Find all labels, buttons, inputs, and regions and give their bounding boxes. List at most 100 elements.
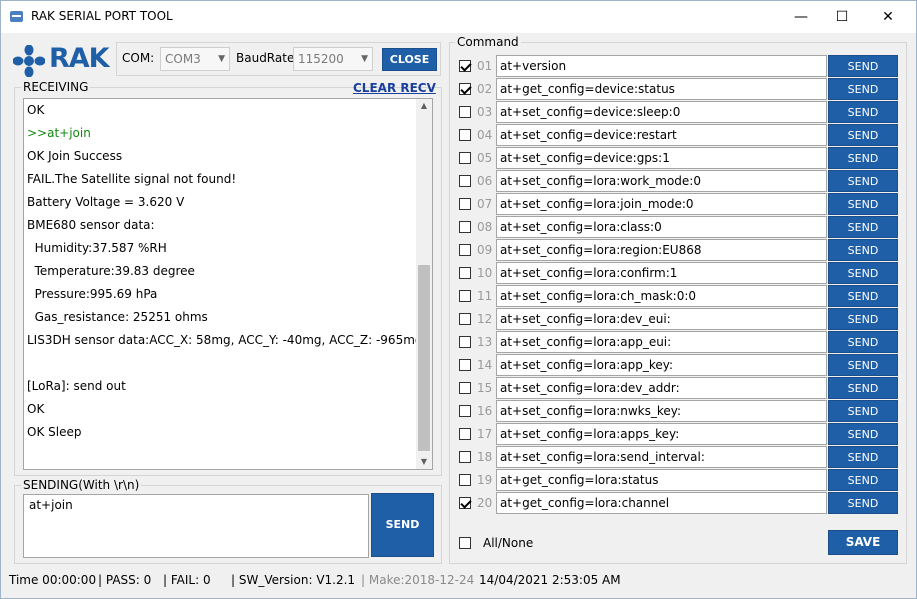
command-input[interactable]: at+set_config=device:sleep:0 (496, 101, 827, 123)
command-input[interactable]: at+set_config=lora:send_interval: (496, 446, 827, 468)
command-send-button[interactable]: SEND (828, 308, 898, 330)
command-checkbox[interactable] (459, 290, 471, 302)
command-send-button[interactable]: SEND (828, 377, 898, 399)
all-none-checkbox[interactable] (459, 537, 471, 549)
minimize-icon[interactable]: — (778, 1, 824, 33)
command-input[interactable]: at+set_config=lora:apps_key: (496, 423, 827, 445)
command-checkbox[interactable] (459, 152, 471, 164)
command-input[interactable]: at+set_config=lora:confirm:1 (496, 262, 827, 284)
command-send-button[interactable]: SEND (828, 469, 898, 491)
command-send-button[interactable]: SEND (828, 239, 898, 261)
command-input[interactable]: at+set_config=lora:class:0 (496, 216, 827, 238)
command-input[interactable]: at+set_config=lora:dev_eui: (496, 308, 827, 330)
command-row: 05 at+set_config=device:gps:1 SEND (457, 147, 898, 170)
status-version: | SW_Version: V1.2.1 (231, 573, 356, 587)
command-checkbox[interactable] (459, 267, 471, 279)
scroll-down-icon[interactable]: ▼ (416, 455, 432, 469)
command-number: 02 (477, 82, 493, 96)
command-row: 15 at+set_config=lora:dev_addr: SEND (457, 377, 898, 400)
command-checkbox[interactable] (459, 106, 471, 118)
command-input[interactable]: at+get_config=device:status (496, 78, 827, 100)
command-row: 10 at+set_config=lora:confirm:1 SEND (457, 262, 898, 285)
command-number: 01 (477, 59, 493, 73)
recv-scrollbar[interactable]: ▲ ▼ (416, 99, 432, 469)
command-label: Command (455, 35, 521, 49)
command-checkbox[interactable] (459, 313, 471, 325)
command-input[interactable]: at+set_config=lora:nwks_key: (496, 400, 827, 422)
command-number: 05 (477, 151, 493, 165)
command-number: 08 (477, 220, 493, 234)
receive-line: BME680 sensor data: (27, 218, 155, 232)
scroll-up-icon[interactable]: ▲ (416, 99, 432, 113)
close-port-button[interactable]: CLOSE (382, 48, 437, 71)
status-fail: | FAIL: 0 (163, 573, 211, 587)
command-input[interactable]: at+set_config=device:gps:1 (496, 147, 827, 169)
command-checkbox[interactable] (459, 244, 471, 256)
command-row: 18 at+set_config=lora:send_interval: SEND (457, 446, 898, 469)
command-checkbox[interactable] (459, 497, 471, 509)
command-checkbox[interactable] (459, 60, 471, 72)
command-send-button[interactable]: SEND (828, 55, 898, 77)
command-send-button[interactable]: SEND (828, 170, 898, 192)
command-input[interactable]: at+set_config=device:restart (496, 124, 827, 146)
save-button[interactable]: SAVE (828, 530, 898, 555)
command-input[interactable]: at+set_config=lora:app_eui: (496, 331, 827, 353)
command-checkbox[interactable] (459, 405, 471, 417)
command-checkbox[interactable] (459, 451, 471, 463)
receive-log[interactable]: OK >>at+join OK Join Success FAIL.The Satel… (23, 98, 433, 470)
command-checkbox[interactable] (459, 474, 471, 486)
command-send-button[interactable]: SEND (828, 193, 898, 215)
command-input[interactable]: at+set_config=lora:dev_addr: (496, 377, 827, 399)
command-checkbox[interactable] (459, 336, 471, 348)
send-input[interactable]: at+join (23, 494, 369, 558)
command-input[interactable]: at+set_config=lora:region:EU868 (496, 239, 827, 261)
command-send-button[interactable]: SEND (828, 262, 898, 284)
app-icon (10, 11, 23, 22)
command-checkbox[interactable] (459, 83, 471, 95)
command-row: 01 at+version SEND (457, 55, 898, 78)
command-input[interactable]: at+get_config=lora:status (496, 469, 827, 491)
command-input[interactable]: at+set_config=lora:work_mode:0 (496, 170, 827, 192)
command-input[interactable]: at+set_config=lora:app_key: (496, 354, 827, 376)
command-send-button[interactable]: SEND (828, 285, 898, 307)
command-send-button[interactable]: SEND (828, 446, 898, 468)
status-make: | Make:2018-12-24 (361, 573, 475, 587)
command-row: 08 at+set_config=lora:class:0 SEND (457, 216, 898, 239)
command-send-button[interactable]: SEND (828, 101, 898, 123)
command-send-button[interactable]: SEND (828, 354, 898, 376)
maximize-icon[interactable]: ☐ (819, 1, 865, 33)
command-checkbox[interactable] (459, 359, 471, 371)
close-icon[interactable]: ✕ (865, 1, 911, 33)
command-send-button[interactable]: SEND (828, 423, 898, 445)
clear-recv-link[interactable]: CLEAR RECV (353, 81, 436, 95)
command-send-button[interactable]: SEND (828, 78, 898, 100)
title-bar: RAK SERIAL PORT TOOL — ☐ ✕ (1, 1, 916, 33)
command-send-button[interactable]: SEND (828, 147, 898, 169)
command-input[interactable]: at+set_config=lora:join_mode:0 (496, 193, 827, 215)
scroll-thumb[interactable] (418, 265, 430, 451)
command-input[interactable]: at+version (496, 55, 827, 77)
command-row: 09 at+set_config=lora:region:EU868 SEND (457, 239, 898, 262)
command-input[interactable]: at+set_config=lora:ch_mask:0:0 (496, 285, 827, 307)
command-input[interactable]: at+get_config=lora:channel (496, 492, 827, 514)
command-send-button[interactable]: SEND (828, 124, 898, 146)
command-number: 11 (477, 289, 493, 303)
command-checkbox[interactable] (459, 175, 471, 187)
receive-line: >>at+join (27, 126, 91, 140)
baud-rate-select[interactable]: 115200 ▼ (293, 47, 373, 71)
receive-line: Battery Voltage = 3.620 V (27, 195, 185, 209)
command-number: 06 (477, 174, 493, 188)
com-port-select[interactable]: COM3 ▼ (160, 47, 230, 71)
command-checkbox[interactable] (459, 198, 471, 210)
command-checkbox[interactable] (459, 129, 471, 141)
command-send-button[interactable]: SEND (828, 216, 898, 238)
command-checkbox[interactable] (459, 382, 471, 394)
receive-line: LIS3DH sensor data:ACC_X: 58mg, ACC_Y: -… (27, 333, 423, 347)
command-send-button[interactable]: SEND (828, 331, 898, 353)
command-send-button[interactable]: SEND (828, 400, 898, 422)
command-checkbox[interactable] (459, 428, 471, 440)
command-row: 03 at+set_config=device:sleep:0 SEND (457, 101, 898, 124)
send-button[interactable]: SEND (371, 493, 434, 557)
command-send-button[interactable]: SEND (828, 492, 898, 514)
command-checkbox[interactable] (459, 221, 471, 233)
